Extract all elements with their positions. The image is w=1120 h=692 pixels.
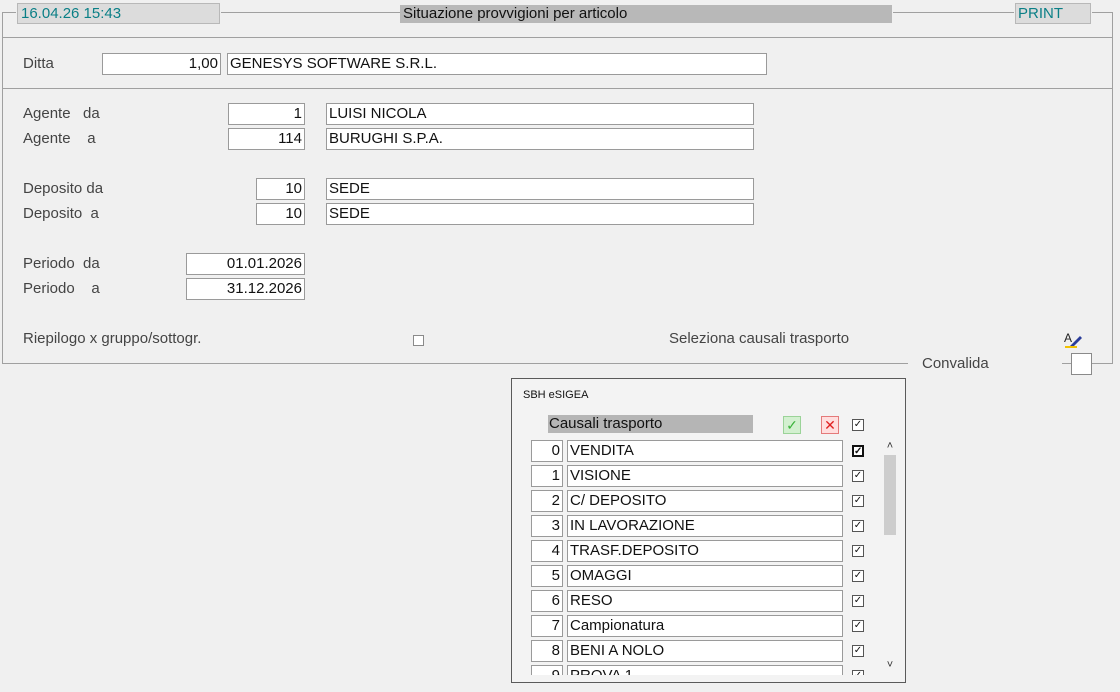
dialog-titlebar[interactable]: SBH eSIGEA (512, 379, 905, 411)
frame-top-right (1092, 12, 1112, 13)
causale-checkbox[interactable]: ✓ (852, 570, 864, 582)
svg-text:A: A (1064, 331, 1072, 345)
agente-da-label: Agente da (23, 105, 100, 122)
deposito-da-label: Deposito da (23, 180, 104, 197)
periodo-a-field[interactable]: 31.12.2026 (186, 278, 305, 300)
edit-causali-icon[interactable]: A (1063, 329, 1083, 349)
list-scrollbar[interactable]: ˄ ˅ (882, 437, 898, 675)
convalida-label: Convalida (922, 355, 989, 372)
causale-checkbox[interactable]: ✓ (852, 645, 864, 657)
frame-right (1112, 12, 1113, 364)
page-title: Situazione provvigioni per articolo (400, 5, 892, 23)
dialog-window-title: SBH eSIGEA (523, 389, 589, 401)
agente-a-code-field[interactable]: 114 (228, 128, 305, 150)
causale-desc: PROVA 1 (567, 665, 843, 675)
check-icon[interactable]: ✓ (783, 416, 801, 434)
causale-desc: BENI A NOLO (567, 640, 843, 662)
causale-desc: VISIONE (567, 465, 843, 487)
agente-da-code-field[interactable]: 1 (228, 103, 305, 125)
causale-desc: RESO (567, 590, 843, 612)
datetime-display: 16.04.26 15:43 (17, 3, 220, 24)
deposito-a-code-field[interactable]: 10 (256, 203, 305, 225)
causale-code: 7 (531, 615, 563, 637)
causale-desc: IN LAVORAZIONE (567, 515, 843, 537)
agente-da-name-field: LUISI NICOLA (326, 103, 754, 125)
causale-code: 4 (531, 540, 563, 562)
riepilogo-label: Riepilogo x gruppo/sottogr. (23, 330, 202, 347)
causale-desc: OMAGGI (567, 565, 843, 587)
causale-checkbox[interactable]: ✓ (852, 520, 864, 532)
causale-code: 3 (531, 515, 563, 537)
causale-code: 5 (531, 565, 563, 587)
periodo-da-field[interactable]: 01.01.2026 (186, 253, 305, 275)
causale-checkbox[interactable]: ✓ (852, 470, 864, 482)
causale-desc: C/ DEPOSITO (567, 490, 843, 512)
causale-code: 9 (531, 665, 563, 675)
print-button[interactable]: PRINT (1015, 3, 1091, 24)
causale-code: 8 (531, 640, 563, 662)
frame-top-left (2, 12, 16, 13)
ditta-label: Ditta (23, 55, 54, 72)
deposito-a-label: Deposito a (23, 205, 99, 222)
causale-code: 0 (531, 440, 563, 462)
periodo-da-label: Periodo da (23, 255, 100, 272)
frame-left (2, 12, 3, 364)
causali-dialog: SBH eSIGEA Causali trasporto ✓ ✕ ✓ 0 VEND… (511, 378, 906, 683)
ditta-name-field: GENESYS SOFTWARE S.R.L. (227, 53, 767, 75)
select-all-checkbox[interactable]: ✓ (852, 419, 864, 431)
causale-code: 6 (531, 590, 563, 612)
causale-checkbox[interactable]: ✓ (852, 670, 864, 675)
frame-top-mid2 (893, 12, 1014, 13)
deposito-a-name-field: SEDE (326, 203, 754, 225)
frame-sep-1 (2, 37, 1113, 38)
causale-checkbox[interactable]: ✓ (852, 595, 864, 607)
deposito-da-code-field[interactable]: 10 (256, 178, 305, 200)
causale-code: 2 (531, 490, 563, 512)
causali-list: 0 VENDITA ✓ 1 VISIONE ✓ 2 C/ DEPOSITO ✓ 3 IN LAVOR… (512, 437, 872, 675)
causale-code: 1 (531, 465, 563, 487)
riepilogo-checkbox[interactable] (413, 335, 424, 346)
causale-checkbox[interactable]: ✓ (852, 445, 864, 457)
frame-bottom (2, 363, 908, 364)
frame-sep-2 (2, 88, 1113, 89)
causale-checkbox[interactable]: ✓ (852, 495, 864, 507)
causale-desc: TRASF.DEPOSITO (567, 540, 843, 562)
causale-checkbox[interactable]: ✓ (852, 545, 864, 557)
convalida-button[interactable] (1071, 353, 1092, 375)
ditta-code-field[interactable]: 1,00 (102, 53, 221, 75)
causale-desc: VENDITA (567, 440, 843, 462)
causale-desc: Campionatura (567, 615, 843, 637)
causale-checkbox[interactable]: ✓ (852, 620, 864, 632)
frame-top-mid (221, 12, 400, 13)
scroll-down-icon[interactable]: ˅ (882, 659, 898, 671)
scroll-thumb[interactable] (884, 455, 896, 535)
agente-a-name-field: BURUGHI S.P.A. (326, 128, 754, 150)
scroll-up-icon[interactable]: ˄ (882, 440, 898, 452)
x-icon[interactable]: ✕ (821, 416, 839, 434)
periodo-a-label: Periodo a (23, 280, 100, 297)
deposito-da-name-field: SEDE (326, 178, 754, 200)
agente-a-label: Agente a (23, 130, 96, 147)
seleziona-causali-label: Seleziona causali trasporto (669, 330, 850, 347)
dialog-heading: Causali trasporto (548, 415, 753, 433)
